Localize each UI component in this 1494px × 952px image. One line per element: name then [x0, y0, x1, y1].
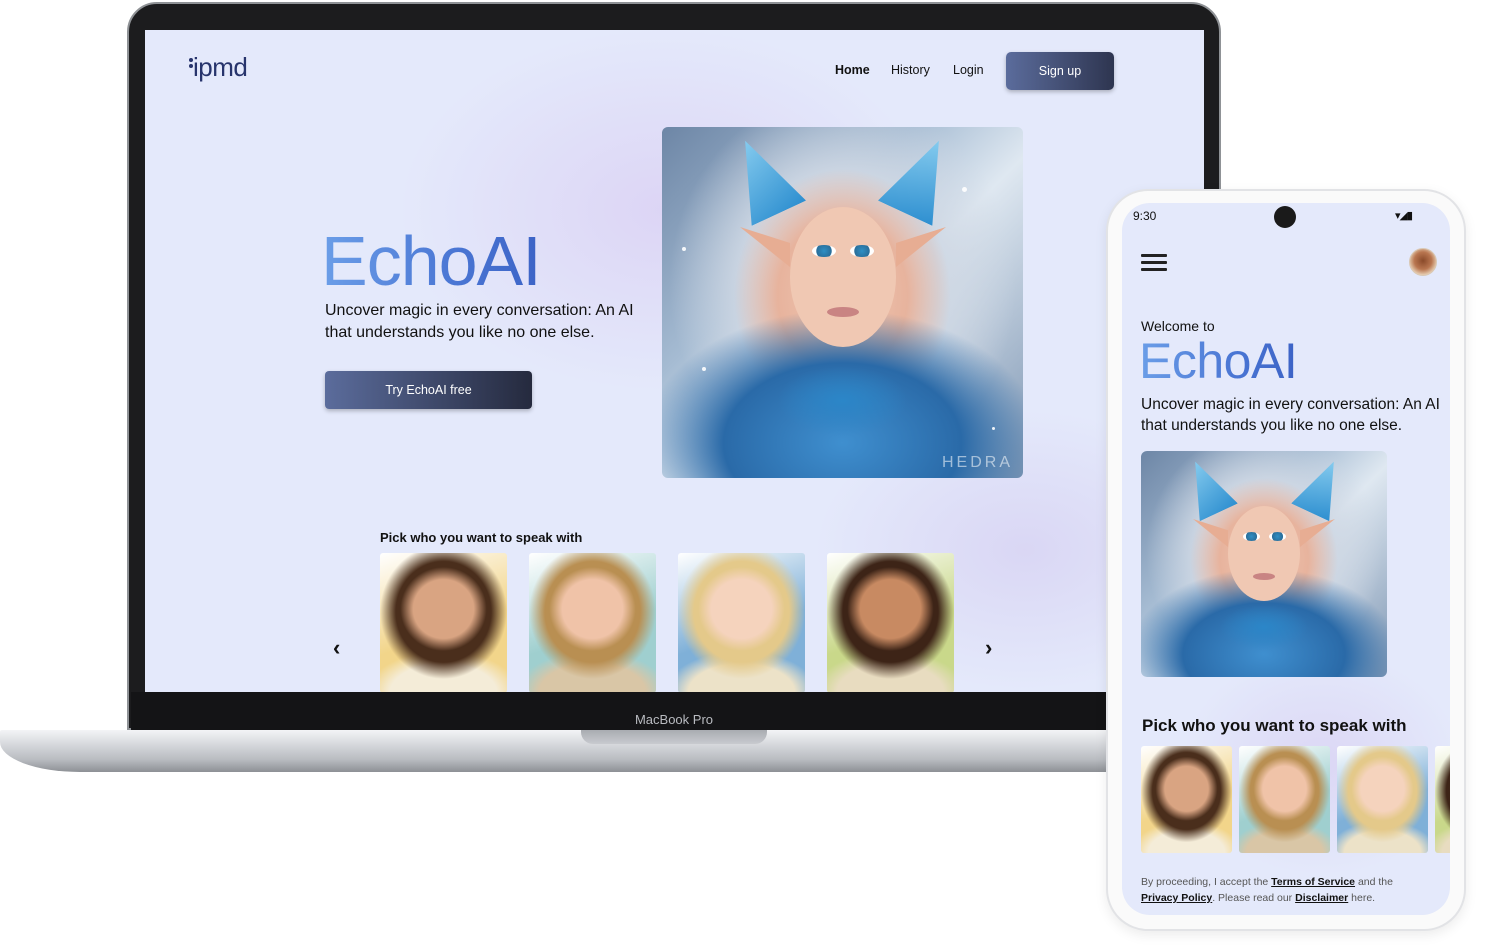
- snowflake: [992, 427, 995, 430]
- snowflake: [682, 247, 686, 251]
- signup-button[interactable]: Sign up: [1006, 52, 1114, 90]
- logo-dots-icon: [189, 58, 195, 72]
- portrait-lips: [1253, 573, 1275, 580]
- mobile-hero-portrait-image: [1141, 451, 1387, 677]
- character-card-blonde-woman[interactable]: [1239, 746, 1330, 853]
- mobile-hero-subtitle: Uncover magic in every conversation: An …: [1141, 396, 1440, 434]
- mobile-picker-title: Pick who you want to speak with: [1142, 716, 1407, 735]
- portrait-watermark: HEDRA: [941, 454, 1013, 471]
- hero-title: EchoAI: [321, 222, 542, 300]
- user-avatar[interactable]: [1409, 248, 1437, 276]
- portrait-face: [790, 207, 896, 347]
- privacy-link[interactable]: Privacy Policy: [1141, 892, 1212, 904]
- legal-read: . Please read our: [1212, 892, 1296, 904]
- disclaimer-link[interactable]: Disclaimer: [1295, 892, 1348, 904]
- character-card-angel-woman[interactable]: [678, 553, 805, 692]
- ice-crown-left: [718, 128, 806, 226]
- hero-portrait-image: HEDRA: [662, 127, 1023, 478]
- brand-logo[interactable]: ipmd: [189, 52, 248, 83]
- portrait-ear-right: [1300, 519, 1335, 547]
- hero-subtitle: Uncover magic in every conversation: An …: [325, 302, 634, 341]
- portrait-eye-left: [1243, 532, 1260, 541]
- terms-link[interactable]: Terms of Service: [1271, 876, 1355, 888]
- ice-crown-right: [878, 128, 966, 226]
- camera-icon: [1274, 206, 1296, 228]
- device-label: MacBook Pro: [634, 712, 714, 727]
- portrait-eye-left: [812, 245, 836, 257]
- hamburger-menu-icon[interactable]: [1141, 253, 1167, 271]
- portrait-eye-right: [1269, 532, 1286, 541]
- character-card-angel-man[interactable]: [1141, 746, 1232, 853]
- desktop-page: ipmd Home History Login Sign up EchoAI U…: [145, 30, 1204, 692]
- legal-notice: By proceeding, I accept the Terms of Ser…: [1141, 874, 1441, 906]
- mobile-page: 9:30 ▾◢▮ Welcome to EchoAI Uncover magic…: [1122, 203, 1450, 915]
- character-card-angel-woman[interactable]: [1337, 746, 1428, 853]
- portrait-face: [1228, 506, 1300, 601]
- try-free-button[interactable]: Try EchoAI free: [325, 371, 532, 409]
- laptop-notch: [581, 730, 767, 744]
- logo-text: ipmd: [193, 52, 248, 82]
- character-card-blonde-woman[interactable]: [529, 553, 656, 692]
- chevron-left-icon[interactable]: ‹: [333, 637, 340, 659]
- chevron-right-icon[interactable]: ›: [985, 637, 992, 659]
- portrait-ear-right: [896, 227, 946, 267]
- portrait-lips: [827, 307, 859, 317]
- ice-crown-left: [1176, 453, 1238, 522]
- legal-suffix: here.: [1348, 892, 1376, 904]
- character-card-angel-man[interactable]: [380, 553, 507, 692]
- portrait-ear-left: [1193, 519, 1228, 547]
- legal-middle: and the: [1355, 876, 1393, 888]
- character-card-brunette-girl[interactable]: [1435, 746, 1450, 853]
- status-icons: ▾◢▮: [1395, 210, 1413, 222]
- status-time: 9:30: [1133, 209, 1157, 223]
- picker-title: Pick who you want to speak with: [380, 530, 583, 545]
- snowflake: [702, 367, 706, 371]
- mobile-hero-title: EchoAI: [1139, 333, 1298, 389]
- nav-home[interactable]: Home: [835, 63, 870, 77]
- ice-crown-right: [1291, 453, 1353, 522]
- portrait-ear-left: [740, 227, 790, 267]
- character-card-brunette-girl[interactable]: [827, 553, 954, 692]
- portrait-eye-right: [850, 245, 874, 257]
- snowflake: [962, 187, 967, 192]
- nav-history[interactable]: History: [891, 63, 930, 77]
- legal-prefix: By proceeding, I accept the: [1141, 876, 1272, 888]
- nav-login[interactable]: Login: [953, 63, 984, 77]
